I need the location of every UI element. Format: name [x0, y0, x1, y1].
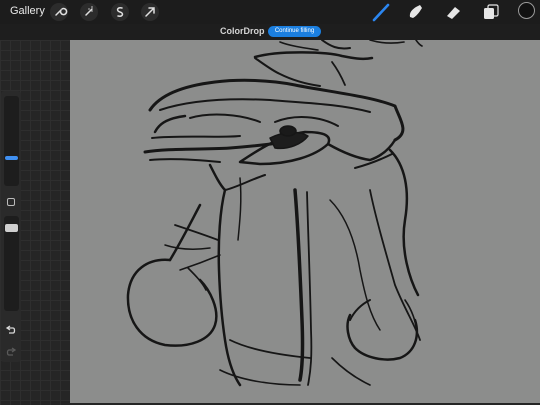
eraser-icon[interactable] — [442, 1, 464, 23]
top-toolbar: Gallery — [0, 0, 540, 24]
colordrop-title: ColorDrop — [220, 26, 265, 36]
magic-wand-icon[interactable] — [80, 3, 98, 21]
opacity-slider[interactable] — [4, 216, 19, 311]
color-picker-button[interactable] — [518, 2, 535, 19]
colordrop-bar: ColorDrop Continue filling — [0, 24, 540, 40]
transform-arrow-icon[interactable] — [141, 3, 159, 21]
selection-icon[interactable] — [111, 3, 129, 21]
sketch-artwork — [126, 40, 423, 387]
drawing-canvas[interactable] — [70, 40, 540, 403]
gallery-button[interactable]: Gallery — [10, 5, 45, 17]
opacity-handle[interactable] — [5, 224, 18, 232]
redo-icon[interactable] — [5, 344, 17, 356]
smudge-icon[interactable] — [404, 1, 426, 23]
wrench-icon[interactable] — [50, 3, 68, 21]
brush-size-slider[interactable] — [4, 96, 19, 186]
layers-icon[interactable] — [480, 1, 502, 23]
brush-icon[interactable] — [370, 1, 392, 23]
undo-icon[interactable] — [5, 322, 17, 334]
brush-size-handle[interactable] — [5, 156, 18, 160]
modify-square-icon[interactable] — [7, 198, 15, 206]
continue-filling-button[interactable]: Continue filling — [268, 26, 321, 37]
left-sidebar — [1, 91, 21, 362]
